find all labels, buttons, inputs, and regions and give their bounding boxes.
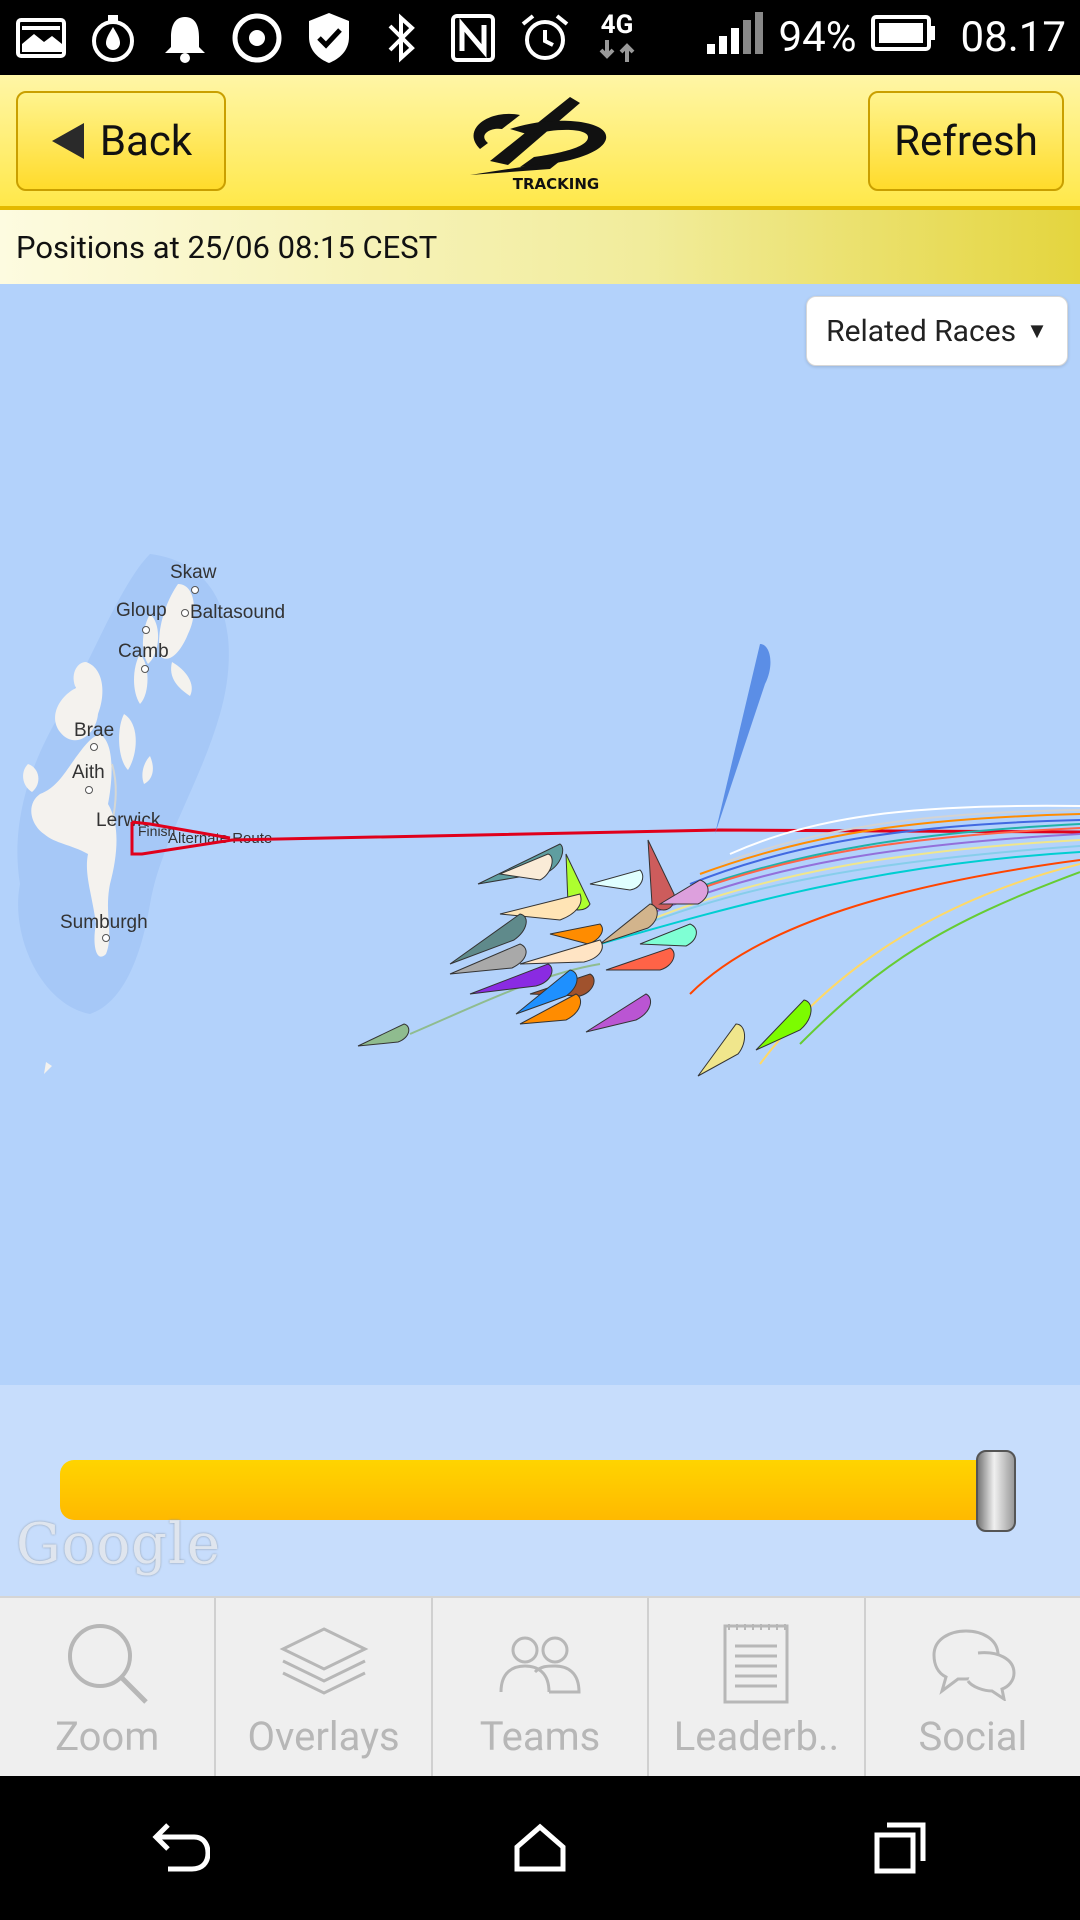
network-type-icon: 4G [590, 11, 644, 65]
nfc-icon [446, 11, 500, 65]
shield-icon [302, 11, 356, 65]
teams-icon [495, 1613, 585, 1713]
tab-leaderboard[interactable]: Leaderb.. [649, 1598, 866, 1776]
bluetooth-icon [374, 11, 428, 65]
boat-marker[interactable] [549, 923, 603, 945]
tab-leaderboard-label: Leaderb.. [673, 1713, 840, 1760]
back-nav-icon[interactable] [140, 1808, 220, 1888]
record-icon [230, 11, 284, 65]
app-header: Back TRACKING Refresh [0, 75, 1080, 210]
back-button[interactable]: Back [16, 91, 226, 191]
system-nav-bar [0, 1776, 1080, 1920]
bottom-tab-bar: Zoom Overlays Teams Leaderb.. Social [0, 1596, 1080, 1776]
leaderboard-icon [721, 1613, 791, 1713]
boat-markers [357, 644, 812, 1077]
boat-marker[interactable] [715, 644, 771, 834]
battery-percent: 94% [778, 13, 857, 62]
positions-timestamp-bar: Positions at 25/06 08:15 CEST [0, 210, 1080, 284]
timeline-slider-track[interactable] [60, 1460, 1010, 1520]
boat-marker[interactable] [755, 999, 812, 1051]
related-races-label: Related Races [826, 313, 1017, 349]
search-icon [62, 1613, 152, 1713]
network-type-label: 4G [600, 9, 634, 40]
race-map[interactable]: Skaw Gloup Baltasound Camb Brae Aith Ler… [0, 284, 1080, 1596]
signal-icon [705, 8, 765, 67]
water-drop-icon [86, 11, 140, 65]
boat-marker[interactable] [519, 939, 603, 965]
refresh-button-label: Refresh [894, 116, 1038, 166]
boat-marker[interactable] [499, 893, 582, 921]
refresh-button[interactable]: Refresh [868, 91, 1064, 191]
timeline-slider-handle[interactable] [976, 1450, 1016, 1532]
gallery-icon [14, 11, 68, 65]
dropdown-arrow-icon: ▼ [1026, 319, 1048, 344]
chat-icon [928, 1613, 1018, 1713]
boat-marker[interactable] [357, 1023, 410, 1047]
bell-icon [158, 11, 212, 65]
back-button-label: Back [99, 116, 193, 166]
tab-teams-label: Teams [479, 1713, 601, 1760]
boat-marker[interactable] [585, 993, 652, 1033]
related-races-dropdown[interactable]: Related Races ▼ [806, 296, 1068, 366]
tab-overlays-label: Overlays [247, 1713, 400, 1760]
boat-marker[interactable] [589, 869, 644, 891]
boat-marker[interactable] [599, 903, 658, 945]
recents-nav-icon[interactable] [860, 1808, 940, 1888]
alarm-icon [518, 11, 572, 65]
layers-icon [279, 1613, 369, 1713]
back-arrow-icon [51, 123, 84, 159]
home-nav-icon[interactable] [500, 1808, 580, 1888]
yb-tracking-logo: TRACKING [450, 89, 630, 197]
clock: 08.17 [960, 13, 1067, 62]
tab-social[interactable]: Social [866, 1598, 1080, 1776]
boat-marker[interactable] [697, 1023, 745, 1077]
status-bar: 4G 94% 08.17 [0, 0, 1080, 75]
logo-tracking-text: TRACKING [513, 175, 599, 193]
tab-overlays[interactable]: Overlays [216, 1598, 433, 1776]
tab-teams[interactable]: Teams [433, 1598, 650, 1776]
boat-marker[interactable] [605, 947, 675, 971]
google-attribution: Google [16, 1512, 222, 1577]
tab-social-label: Social [918, 1713, 1028, 1760]
battery-icon [870, 13, 937, 62]
tab-zoom-label: Zoom [55, 1713, 160, 1760]
tab-zoom[interactable]: Zoom [0, 1598, 217, 1776]
positions-timestamp: Positions at 25/06 08:15 CEST [16, 228, 438, 266]
